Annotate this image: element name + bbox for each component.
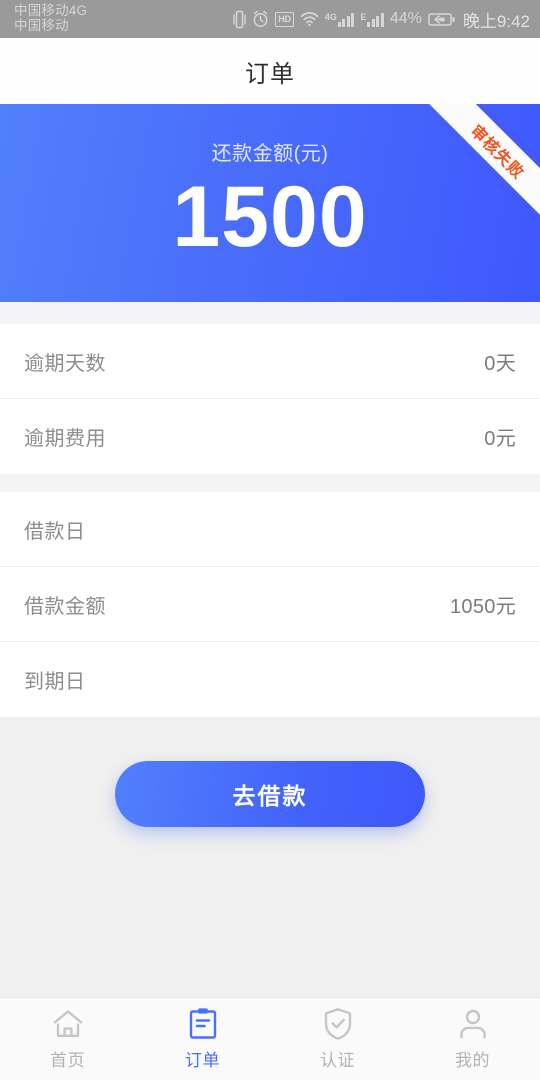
- repayment-hero-card: 还款金额(元) 1500 审核失败: [0, 104, 540, 302]
- wifi-icon: [300, 11, 319, 27]
- borrow-button[interactable]: 去借款: [115, 761, 425, 827]
- tab-label: 我的: [455, 1051, 490, 1070]
- carrier-line-1: 中国移动4G: [14, 3, 88, 19]
- table-row[interactable]: 逾期天数 0天: [0, 324, 540, 399]
- signal-4g-label: 4G: [324, 11, 337, 22]
- battery-charging-icon: [428, 12, 455, 27]
- status-icons: HD 4G E 44% 晚上9:42: [233, 7, 530, 32]
- table-row[interactable]: 到期日: [0, 642, 540, 717]
- detail-list-loan: 借款日 借款金额 1050元 到期日: [0, 492, 540, 717]
- battery-percent: 44%: [389, 10, 422, 27]
- tab-label: 订单: [185, 1051, 220, 1070]
- status-badge-text: 审核失败: [466, 122, 527, 183]
- alarm-icon: [252, 10, 269, 28]
- tab-home[interactable]: 首页: [0, 998, 135, 1080]
- row-value: 0元: [484, 428, 516, 450]
- vibrate-icon: [233, 10, 246, 29]
- tab-profile[interactable]: 我的: [405, 998, 540, 1080]
- list-gap-top: [0, 302, 540, 324]
- person-icon: [457, 1007, 489, 1041]
- status-bar: 中国移动4G 中国移动 HD 4G E 44% 晚上9:42: [0, 0, 540, 38]
- row-label: 逾期天数: [24, 352, 106, 375]
- carrier-line-2: 中国移动: [14, 18, 69, 33]
- row-label: 逾期费用: [24, 428, 106, 450]
- list-gap-middle: [0, 474, 540, 492]
- tab-orders[interactable]: 订单: [135, 998, 270, 1080]
- carrier-info: 中国移动4G 中国移动: [14, 4, 87, 33]
- signal-bars-1: [337, 12, 355, 27]
- signal-bars-2: [367, 12, 384, 27]
- table-row[interactable]: 借款金额 1050元: [0, 567, 540, 642]
- hd-icon: HD: [275, 11, 294, 27]
- repayment-amount-value: 1500: [172, 169, 368, 265]
- bottom-navigation: 首页 订单 认证 我的: [0, 997, 540, 1080]
- cta-area: 去借款: [0, 717, 540, 827]
- tab-label: 认证: [320, 1051, 355, 1070]
- signal-4g-icon: 4G: [325, 12, 355, 27]
- tab-verification[interactable]: 认证: [270, 998, 405, 1080]
- row-label: 到期日: [24, 671, 86, 693]
- row-value: 0天: [484, 352, 516, 375]
- detail-list-overdue: 逾期天数 0天 逾期费用 0元: [0, 324, 540, 474]
- repayment-amount-label: 还款金额(元): [211, 143, 329, 165]
- page-title: 订单: [245, 60, 295, 88]
- status-time: 晚上9:42: [462, 11, 530, 31]
- signal-e-label: E: [360, 11, 367, 22]
- clipboard-icon: [188, 1007, 218, 1041]
- row-label: 借款金额: [24, 595, 106, 618]
- status-badge: 审核失败: [427, 104, 540, 223]
- tab-label: 首页: [50, 1051, 85, 1070]
- page-header: 订单: [0, 38, 540, 104]
- home-icon: [51, 1007, 85, 1041]
- signal-e-icon: E: [360, 12, 384, 27]
- row-value: 1050元: [450, 595, 516, 618]
- table-row[interactable]: 逾期费用 0元: [0, 399, 540, 474]
- row-label: 借款日: [24, 520, 86, 543]
- table-row[interactable]: 借款日: [0, 492, 540, 567]
- shield-check-icon: [322, 1007, 354, 1041]
